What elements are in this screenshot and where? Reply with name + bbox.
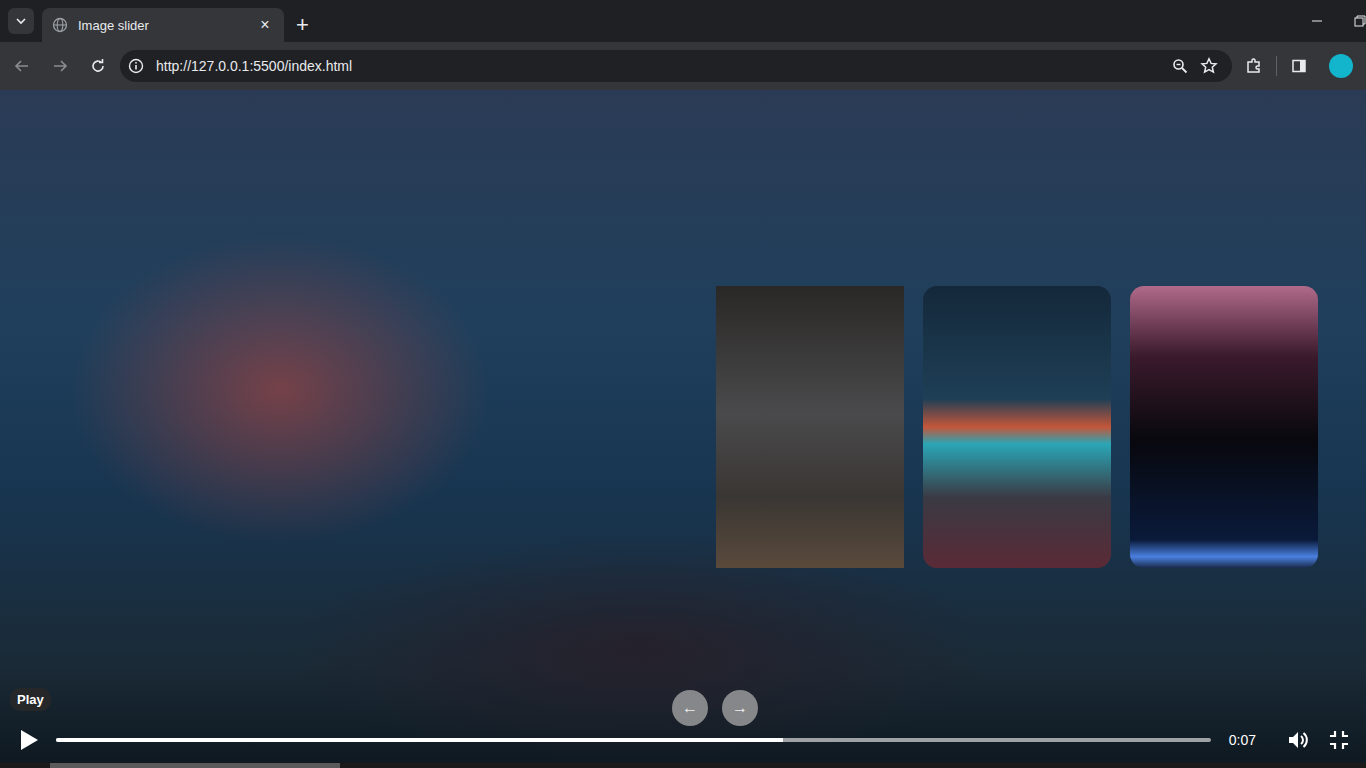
- slider-buttons: ←→: [0, 690, 1366, 726]
- tab-title: Image slider: [78, 18, 246, 33]
- reload-button[interactable]: [82, 50, 114, 82]
- address-bar[interactable]: http://127.0.0.1:5500/index.html: [120, 50, 1232, 82]
- toolbar: http://127.0.0.1:5500/index.html: [0, 42, 1366, 90]
- play-icon: [19, 729, 39, 751]
- scrollbar: [0, 763, 1366, 768]
- slider-card[interactable]: [1130, 286, 1318, 568]
- star-icon[interactable]: [1200, 57, 1218, 75]
- zoom-out-icon[interactable]: [1172, 58, 1188, 74]
- time-display: 0:07: [1229, 732, 1256, 748]
- tab-close-button[interactable]: ×: [256, 16, 274, 34]
- restore-button[interactable]: [1340, 0, 1366, 42]
- slider-arrow-button[interactable]: ←: [672, 690, 708, 726]
- restore-icon: [1354, 15, 1366, 27]
- reload-icon: [90, 58, 106, 74]
- minimize-button[interactable]: [1294, 0, 1340, 42]
- exit-fullscreen-icon: [1328, 729, 1350, 751]
- back-arrow-icon: [14, 58, 30, 74]
- progress-fill: [56, 738, 783, 742]
- browser-tab[interactable]: Image slider ×: [42, 8, 284, 42]
- play-button[interactable]: [16, 726, 42, 754]
- profile-avatar[interactable]: [1329, 54, 1353, 78]
- globe-icon: [52, 17, 68, 33]
- image-slider: ←→: [0, 90, 1366, 726]
- tab-bar: Image slider × +: [0, 0, 1366, 42]
- video-controls: 0:07: [0, 726, 1366, 754]
- info-icon: [128, 58, 144, 74]
- new-tab-button[interactable]: +: [296, 14, 309, 36]
- progress-bar[interactable]: [56, 738, 1211, 742]
- back-button[interactable]: [6, 50, 38, 82]
- side-panel-icon: [1291, 58, 1307, 74]
- puzzle-icon: [1245, 57, 1263, 75]
- play-tooltip: Play: [10, 688, 51, 711]
- url-text: http://127.0.0.1:5500/index.html: [156, 58, 352, 74]
- extensions-button[interactable]: [1238, 50, 1270, 82]
- fullscreen-exit-button[interactable]: [1326, 726, 1352, 754]
- slider-card[interactable]: [923, 286, 1111, 568]
- side-panel-button[interactable]: [1283, 50, 1315, 82]
- browser-window: Image slider × + http://127.0.0.1:5500/inde…: [0, 0, 1366, 768]
- forward-arrow-icon: [52, 58, 68, 74]
- tab-search-button[interactable]: [8, 8, 34, 34]
- forward-button[interactable]: [44, 50, 76, 82]
- card-list: [0, 90, 1366, 568]
- video-frame: ←→Play0:07: [0, 90, 1366, 768]
- slider-card[interactable]: [716, 286, 904, 568]
- chevron-down-icon: [15, 15, 27, 27]
- minimize-icon: [1311, 15, 1323, 27]
- speaker-icon: [1287, 729, 1311, 751]
- slider-arrow-button[interactable]: →: [722, 690, 758, 726]
- scrollbar-thumb[interactable]: [50, 763, 340, 768]
- volume-button[interactable]: [1286, 726, 1312, 754]
